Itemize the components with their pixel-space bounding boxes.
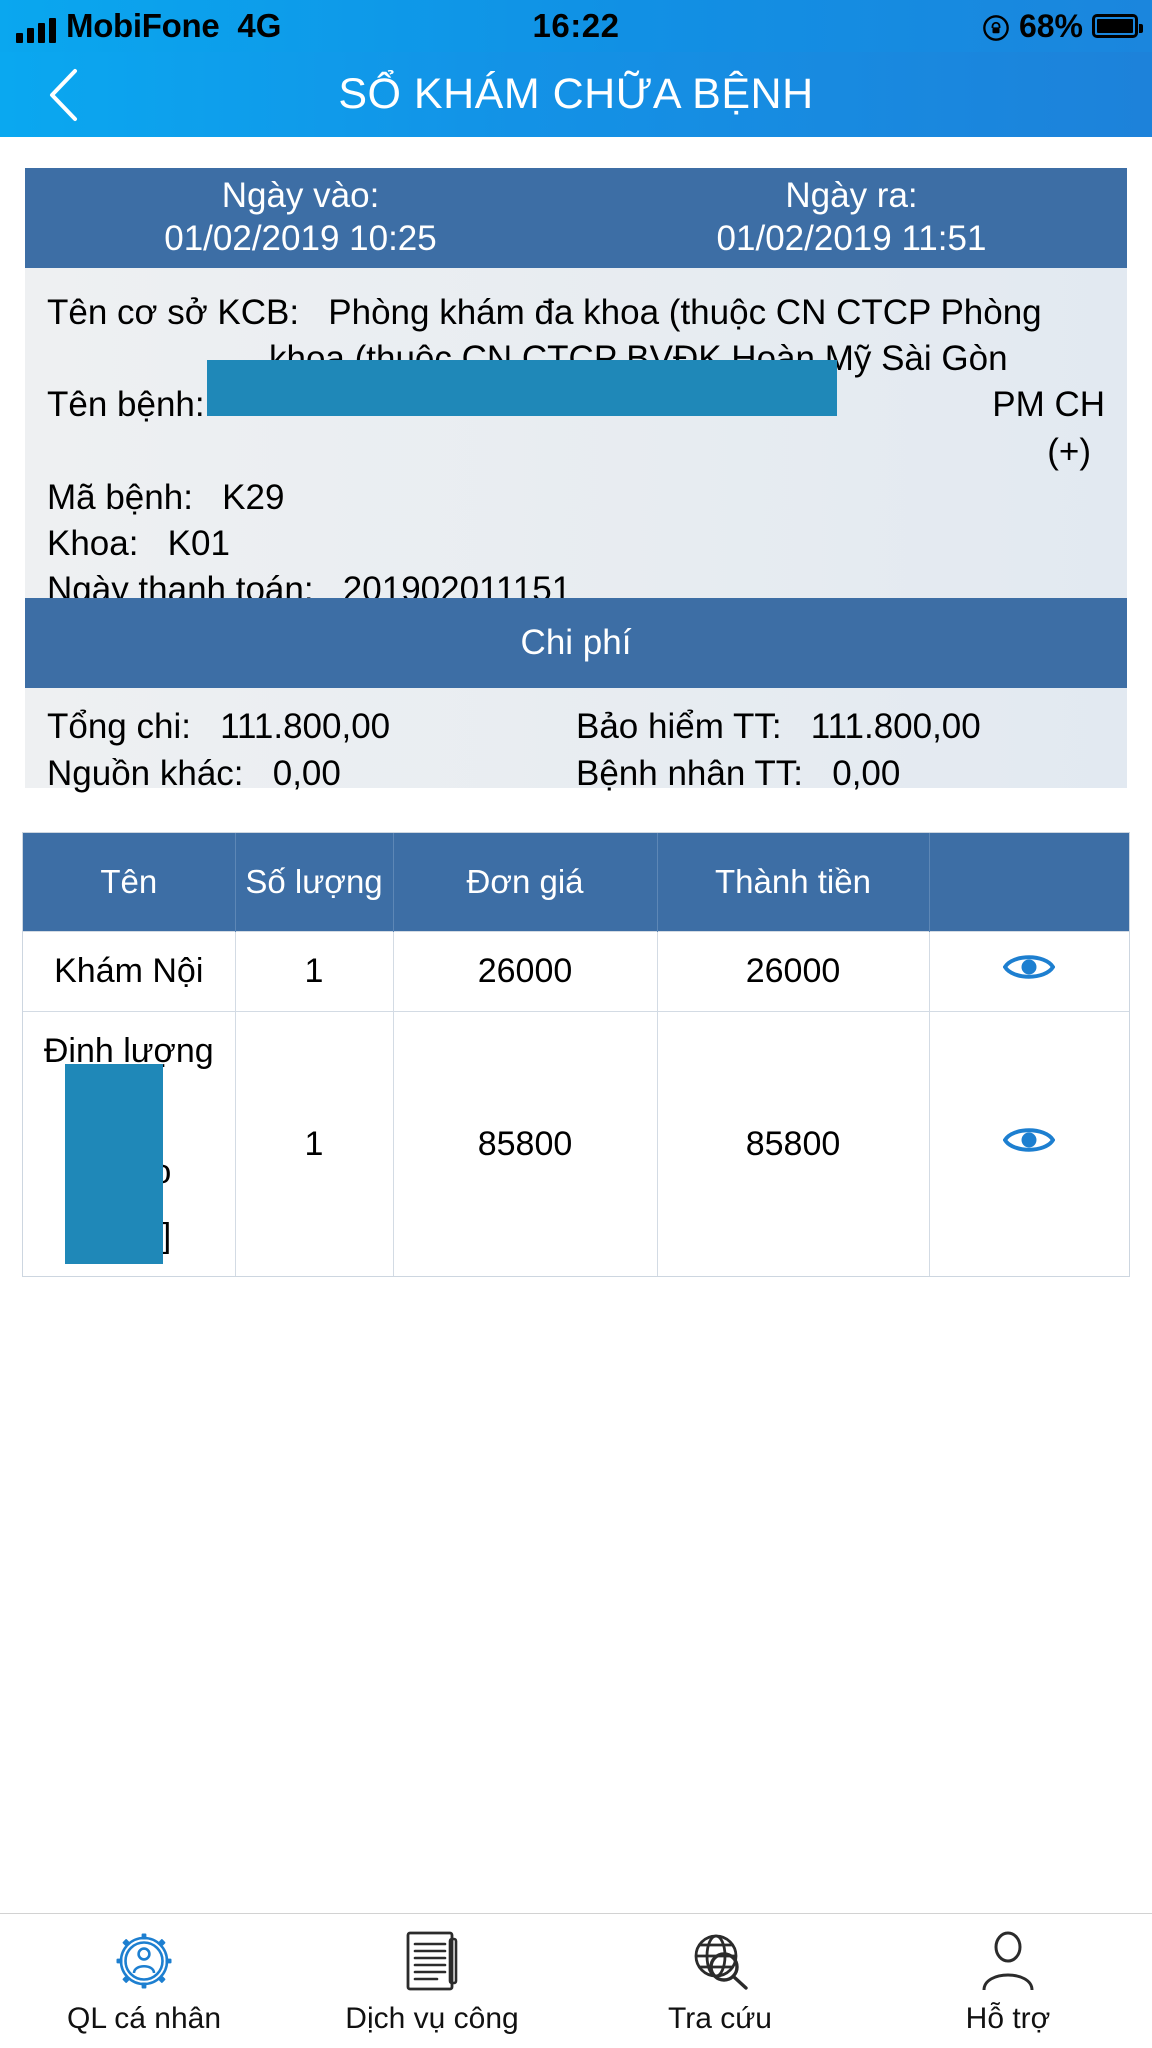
row-amount: 85800 — [657, 1012, 929, 1277]
service-name-redaction-box — [65, 1064, 163, 1264]
table-header-row: Tên Số lượng Đơn giá Thành tiền — [23, 833, 1129, 931]
department-label: Khoa: — [47, 524, 138, 563]
discharge-date-block: Ngày ra: 01/02/2019 11:51 — [576, 175, 1127, 260]
rotation-lock-icon — [982, 12, 1010, 40]
lookup-search-globe-icon — [689, 1930, 751, 1992]
patient-paid-label: Bệnh nhân TT: — [576, 754, 803, 793]
discharge-date-label: Ngày ra: — [576, 175, 1127, 218]
status-bar: MobiFone 4G 16:22 68% — [0, 0, 1152, 52]
row-quantity: 1 — [235, 931, 393, 1012]
chevron-left-icon — [45, 67, 81, 123]
total-cost-label: Tổng chi: — [47, 707, 191, 746]
insurance-paid-row: Bảo hiểm TT: 111.800,00 — [576, 704, 1105, 751]
row-unit-price: 26000 — [393, 931, 657, 1012]
services-table: Tên Số lượng Đơn giá Thành tiền Khám Nội… — [22, 832, 1130, 1277]
disease-name-label: Tên bệnh: — [47, 385, 205, 424]
other-source-value: 0,00 — [273, 754, 341, 793]
patient-paid-value: 0,00 — [832, 754, 900, 793]
facility-row: Tên cơ sở KCB: Phòng khám đa khoa (thuộc… — [47, 290, 1105, 336]
disease-name-visible-tail2: (+) — [47, 429, 1105, 475]
row-action-cell[interactable] — [929, 931, 1129, 1012]
insurance-paid-value: 111.800,00 — [811, 707, 981, 746]
disease-code-label: Mã bệnh: — [47, 478, 193, 517]
page-title: SỔ KHÁM CHỮA BỆNH — [338, 70, 813, 119]
tab-tra-cuu[interactable]: Tra cứu — [576, 1930, 864, 2036]
other-source-row: Nguồn khác: 0,00 — [47, 751, 576, 798]
patient-paid-row: Bệnh nhân TT: 0,00 — [576, 751, 1105, 798]
status-bar-clock: 16:22 — [0, 7, 1152, 45]
column-header-name: Tên — [23, 833, 235, 931]
disease-code-value: K29 — [222, 478, 284, 517]
visit-dates-band: Ngày vào: 01/02/2019 10:25 Ngày ra: 01/0… — [25, 168, 1127, 268]
facility-value-line1: Phòng khám đa khoa (thuộc CN CTCP Phòng — [328, 293, 1041, 332]
admission-date-block: Ngày vào: 01/02/2019 10:25 — [25, 175, 576, 260]
tab-dich-vu-cong[interactable]: Dịch vụ công — [288, 1930, 576, 2036]
total-cost-value: 111.800,00 — [220, 707, 390, 746]
battery-icon — [1092, 14, 1138, 38]
cost-section-header: Chi phí — [25, 598, 1127, 688]
disease-name-visible-tail1: PM CH — [992, 382, 1105, 428]
row-service-name: Khám Nội — [23, 931, 235, 1012]
admission-date-label: Ngày vào: — [25, 175, 576, 218]
total-cost-row: Tổng chi: 111.800,00 — [47, 704, 576, 751]
eye-icon[interactable] — [1003, 954, 1055, 992]
cost-summary-panel: Tổng chi: 111.800,00 Bảo hiểm TT: 111.80… — [25, 688, 1127, 788]
department-row: Khoa: K01 — [47, 521, 1105, 567]
row-unit-price: 85800 — [393, 1012, 657, 1277]
tab-label: Hỗ trợ — [966, 2002, 1051, 2036]
disease-code-row: Mã bệnh: K29 — [47, 475, 1105, 521]
column-header-action — [929, 833, 1129, 931]
department-value: K01 — [168, 524, 230, 563]
row-service-name: Định lượng C c Ge ro [Máu] — [23, 1012, 235, 1277]
navigation-bar: SỔ KHÁM CHỮA BỆNH — [0, 52, 1152, 137]
table-row: Định lượng C c Ge ro [Máu] 1 85800 85800 — [23, 1012, 1129, 1277]
bottom-tab-bar: QL cá nhân Dịch vụ công — [0, 1913, 1152, 2048]
phone-screen: MobiFone 4G 16:22 68% SỔ KHÁM CHỮA BỆNH … — [0, 0, 1152, 2048]
column-header-amount: Thành tiền — [657, 833, 929, 931]
battery-percent-label: 68% — [1019, 8, 1083, 45]
support-person-icon — [979, 1930, 1037, 1992]
back-button[interactable] — [34, 66, 92, 124]
row-quantity: 1 — [235, 1012, 393, 1277]
tab-label: Dịch vụ công — [345, 2002, 518, 2036]
public-service-document-icon — [403, 1930, 461, 1992]
disease-name-row: Tên bệnh: PM CH — [47, 382, 1105, 428]
tab-label: QL cá nhân — [67, 2002, 221, 2036]
status-bar-right: 68% — [982, 8, 1138, 45]
admission-date-value: 01/02/2019 10:25 — [25, 218, 576, 261]
insurance-paid-label: Bảo hiểm TT: — [576, 707, 782, 746]
disease-name-redaction-box — [207, 360, 837, 416]
table-row: Khám Nội 1 26000 26000 — [23, 931, 1129, 1012]
other-source-label: Nguồn khác: — [47, 754, 244, 793]
row-amount: 26000 — [657, 931, 929, 1012]
column-header-unit-price: Đơn giá — [393, 833, 657, 931]
discharge-date-value: 01/02/2019 11:51 — [576, 218, 1127, 261]
eye-icon[interactable] — [1003, 1127, 1055, 1165]
personal-account-gear-icon — [113, 1930, 175, 1992]
tab-label: Tra cứu — [668, 2002, 772, 2036]
row-action-cell[interactable] — [929, 1012, 1129, 1277]
column-header-quantity: Số lượng — [235, 833, 393, 931]
tab-ql-ca-nhan[interactable]: QL cá nhân — [0, 1930, 288, 2036]
facility-label: Tên cơ sở KCB: — [47, 293, 299, 332]
tab-ho-tro[interactable]: Hỗ trợ — [864, 1930, 1152, 2036]
